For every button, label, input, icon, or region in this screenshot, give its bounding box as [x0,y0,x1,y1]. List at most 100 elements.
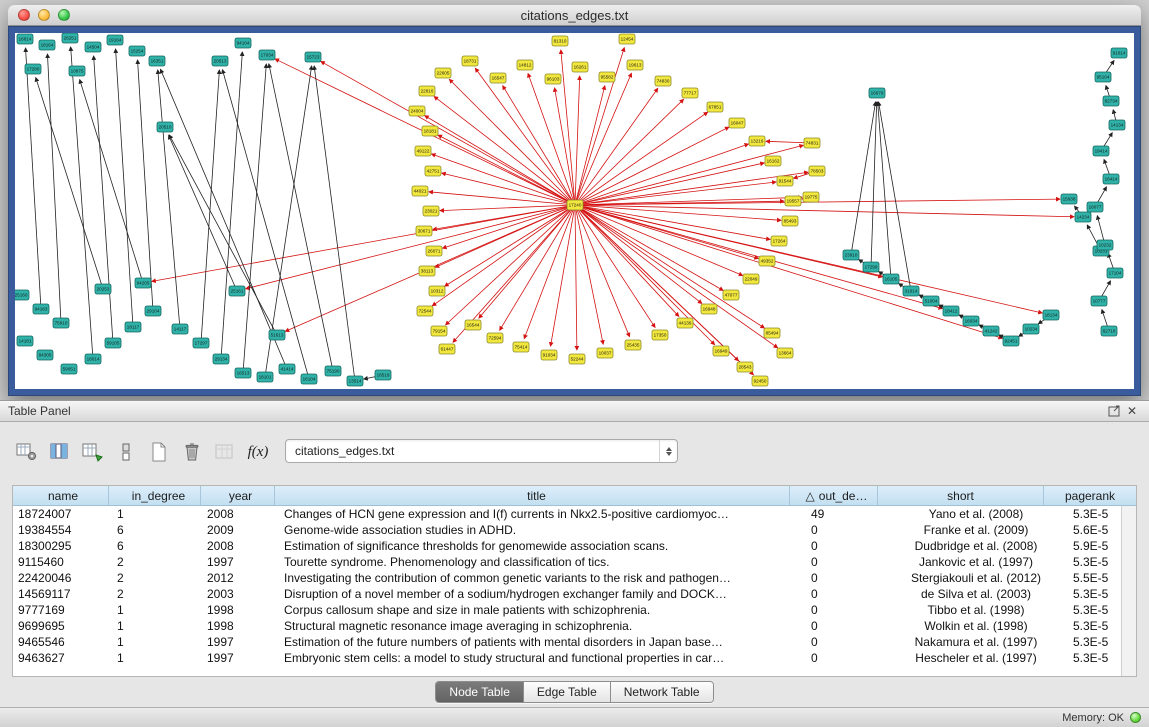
graph-node[interactable]: 61447 [439,344,455,354]
graph-node[interactable]: 92451 [1003,336,1019,346]
graph-node[interactable]: 25160 [15,290,29,300]
graph-node[interactable]: 85494 [764,328,780,338]
graph-node[interactable]: 16948 [701,304,717,314]
graph-node[interactable]: 91544 [777,176,793,186]
graph-node[interactable]: 14504 [85,42,101,52]
tab-edge-table[interactable]: Edge Table [524,682,611,702]
graph-node[interactable]: 17297 [193,338,209,348]
graph-node[interactable]: 74830 [655,76,671,86]
graph-node[interactable]: 47077 [723,290,739,300]
graph-node[interactable]: 13664 [777,348,793,358]
graph-node[interactable]: 18731 [462,56,478,66]
table-scrollbar[interactable] [1121,506,1136,676]
column-header-title[interactable]: title [275,486,790,505]
graph-node[interactable]: 23910 [843,250,859,260]
column-header-year[interactable]: year [201,486,275,505]
table-row[interactable]: 911546021997Tourette syndrome. Phenomeno… [13,554,1136,570]
graph-node[interactable]: 22816 [419,86,435,96]
graph-node[interactable]: 10037 [597,348,613,358]
table-row[interactable]: 1456911722003Disruption of a novel membe… [13,586,1136,602]
graph-node[interactable]: 62718 [1101,326,1117,336]
graph-node[interactable]: 16261 [572,62,588,72]
graph-node[interactable]: 49122 [415,146,431,156]
create-column-icon[interactable] [80,439,106,465]
graph-node[interactable]: 29104 [145,306,161,316]
graph-node[interactable]: 77717 [682,88,698,98]
graph-node[interactable]: 95104 [1095,72,1111,82]
graph-node[interactable]: 16034 [963,316,979,326]
graph-node[interactable]: 20510 [157,122,173,132]
graph-node[interactable]: 44021 [412,186,428,196]
graph-node[interactable]: 59051 [61,364,77,374]
graph-node[interactable]: 18164 [39,40,55,50]
graph-node[interactable]: 31914 [903,286,919,296]
tab-network-table[interactable]: Network Table [611,682,713,702]
graph-node[interactable]: 14234 [1075,212,1091,222]
graph-node[interactable]: 41242 [983,326,999,336]
graph-node[interactable]: 44139 [677,318,693,328]
graph-node[interactable]: 16104 [301,374,317,384]
graph-node[interactable]: 23021 [423,206,439,216]
graph-node[interactable]: 95582 [599,72,615,82]
graph-node[interactable]: 94104 [235,38,251,48]
graph-node[interactable]: 16547 [490,73,506,83]
graph-node[interactable]: 17350 [652,330,668,340]
graph-node[interactable]: 14812 [517,60,533,70]
close-panel-icon[interactable]: ✕ [1123,403,1141,419]
graph-node[interactable]: 84305 [37,350,53,360]
graph-node[interactable]: 17299 [863,262,879,272]
graph-node[interactable]: 75910 [53,318,69,328]
zoom-button[interactable] [58,9,70,21]
show-columns-icon[interactable] [47,439,73,465]
graph-node[interactable]: 13216 [749,136,765,146]
window-titlebar[interactable]: citations_edges.txt [8,5,1141,26]
graph-node[interactable]: 72544 [417,306,433,316]
graph-node[interactable]: 19613 [627,60,643,70]
table-source-dropdown[interactable]: citations_edges.txt [285,439,678,463]
graph-node[interactable]: 25435 [625,340,641,350]
graph-node[interactable]: 38113 [419,266,435,276]
graph-node[interactable]: 22049 [743,274,759,284]
graph-node[interactable]: 24004 [409,106,425,116]
graph-node[interactable]: 17034 [259,50,275,60]
graph-node[interactable]: 19557 [785,196,801,206]
graph-node[interactable]: 30671 [416,226,432,236]
table-row[interactable]: 977716911998Corpus callosum shape and si… [13,602,1136,618]
graph-node[interactable]: 18181 [422,126,438,136]
graph-node[interactable]: 20513 [212,56,228,66]
graph-node[interactable]: 67851 [707,102,723,112]
table-row[interactable]: 2242004622012Investigating the contribut… [13,570,1136,586]
graph-node[interactable]: 10777 [1091,296,1107,306]
graph-node[interactable]: 15723 [305,52,321,62]
network-canvas[interactable]: 1724022816240041818149122427514402123021… [15,33,1134,389]
graph-node[interactable]: 15938 [1061,194,1077,204]
graph-node[interactable]: 91034 [541,350,557,360]
graph-node[interactable]: 13514 [347,376,363,386]
column-header-in-degree[interactable]: in_degree [109,486,201,505]
function-builder-icon[interactable]: f(x) [245,439,271,465]
table-row[interactable]: 946554611997Estimation of the future num… [13,634,1136,650]
graph-node[interactable]: 10232 [1097,240,1113,250]
graph-node[interactable]: 41414 [279,364,295,374]
tab-node-table[interactable]: Node Table [436,682,524,702]
graph-node[interactable]: 29134 [213,354,229,364]
table-row[interactable]: 1938455462009Genome-wide association stu… [13,522,1136,538]
graph-node[interactable]: 49352 [759,256,775,266]
graph-node[interactable]: 16513 [235,368,251,378]
graph-node[interactable]: 14181 [17,336,33,346]
graph-node[interactable]: 96103 [545,74,561,84]
graph-node[interactable]: 19414 [1093,146,1109,156]
graph-node[interactable]: 94183 [33,304,49,314]
graph-node[interactable]: 16414 [1103,174,1119,184]
graph-node[interactable]: 19164 [107,35,123,45]
graph-node[interactable]: 14117 [172,324,188,334]
graph-node[interactable]: 75414 [513,342,529,352]
graph-node[interactable]: 18519 [375,370,391,380]
graph-node[interactable]: 26071 [426,246,442,256]
graph-node[interactable]: 19775 [803,192,819,202]
graph-node[interactable]: 16949 [713,346,729,356]
graph-node[interactable]: 85493 [782,216,798,226]
graph-node[interactable]: 25161 [229,286,245,296]
graph-node[interactable]: 79154 [431,326,447,336]
graph-node[interactable]: 17264 [771,236,787,246]
